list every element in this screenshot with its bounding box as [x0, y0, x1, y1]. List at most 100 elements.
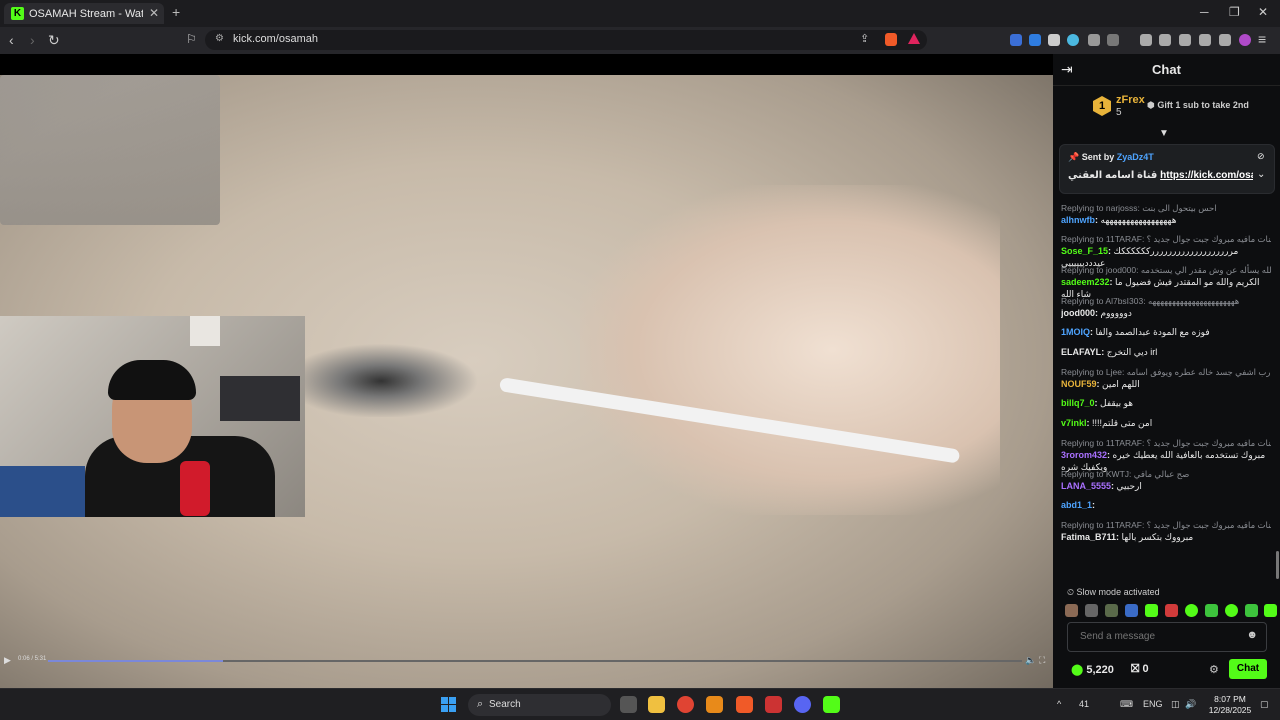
- reply-context[interactable]: Replying to 11TARAF: بنات مافيه مبروك جب…: [1061, 519, 1271, 531]
- menu-icon[interactable]: ≡: [1258, 31, 1266, 47]
- chat-username[interactable]: billq7_0: [1061, 398, 1095, 408]
- pinned-link[interactable]: https://kick.com/osama3tq: [1160, 170, 1253, 181]
- bookmark-icon[interactable]: ⚐: [186, 32, 197, 46]
- chat-input-box[interactable]: ☻: [1067, 622, 1267, 652]
- task-view-icon[interactable]: [620, 696, 637, 713]
- brave-icon[interactable]: [736, 696, 753, 713]
- chat-username[interactable]: abd1_1: [1061, 500, 1092, 510]
- expand-pinned-icon[interactable]: ⌄: [1257, 169, 1265, 180]
- filter-icon[interactable]: ▼: [1159, 128, 1169, 139]
- chrome-icon[interactable]: [677, 696, 694, 713]
- emote-icon[interactable]: [1225, 604, 1238, 617]
- minimize-icon[interactable]: ─: [1200, 5, 1209, 19]
- play-icon[interactable]: ▶: [4, 655, 11, 666]
- chat-settings-icon[interactable]: ⚙: [1209, 663, 1219, 676]
- gift-leaderboard[interactable]: 1 zFrex 5 ⬢ Gift 1 sub to take 2nd: [1093, 94, 1273, 130]
- chat-send-button[interactable]: Chat: [1229, 659, 1267, 679]
- volume-tray-icon[interactable]: 🔊: [1185, 699, 1196, 710]
- site-info-icon[interactable]: ⚙: [215, 33, 224, 44]
- kick-app-icon[interactable]: [823, 696, 840, 713]
- notification-icon[interactable]: ▢: [1260, 699, 1269, 710]
- reply-context[interactable]: Replying to KWTJ: صح عبالي مافي: [1061, 468, 1271, 480]
- leo-icon[interactable]: [1199, 34, 1211, 46]
- chat-username[interactable]: Fatima_B711: [1061, 532, 1116, 542]
- chat-message: billq7_0: هو بيقفل: [1061, 397, 1271, 409]
- vpn-icon[interactable]: [1219, 34, 1231, 46]
- reply-context[interactable]: Replying to Ljee: يارب اشفي جسد خاله عطر…: [1061, 366, 1271, 378]
- reply-context[interactable]: Replying to jood000: الله يسأله عن وش مق…: [1061, 264, 1271, 276]
- chat-username[interactable]: LANA_5555: [1061, 481, 1111, 491]
- screenshot-icon[interactable]: [1107, 34, 1119, 46]
- extension-icon[interactable]: [1010, 34, 1022, 46]
- close-tab-icon[interactable]: ✕: [149, 6, 159, 20]
- reply-context[interactable]: Replying to 11TARAF: بنات مافيه مبروك جب…: [1061, 437, 1271, 449]
- chat-message-input[interactable]: [1080, 631, 1240, 642]
- start-icon[interactable]: [441, 697, 456, 712]
- fullscreen-icon[interactable]: ⛶: [1039, 655, 1045, 666]
- brave-shield-icon[interactable]: [885, 33, 897, 46]
- unpin-icon[interactable]: ⊘: [1257, 151, 1265, 162]
- network-icon[interactable]: ◫: [1171, 699, 1180, 710]
- app-icon[interactable]: [765, 696, 782, 713]
- pinned-username[interactable]: ZyaDz4T: [1117, 152, 1154, 162]
- profile-icon[interactable]: [1239, 34, 1251, 46]
- emote-icon[interactable]: [1245, 604, 1258, 617]
- sub-count[interactable]: ⛝ 0: [1131, 663, 1149, 676]
- puzzle-icon[interactable]: [1088, 34, 1100, 46]
- seek-bar[interactable]: [48, 660, 1022, 662]
- wallet-icon[interactable]: [1179, 34, 1191, 46]
- forward-icon[interactable]: ›: [30, 32, 35, 48]
- reply-context[interactable]: Replying to 11TARAF: بنات مافيه مبروك جب…: [1061, 233, 1271, 245]
- channel-points[interactable]: ⬤ 5,220: [1071, 663, 1114, 676]
- emote-icon[interactable]: [1085, 604, 1098, 617]
- sidebar-icon[interactable]: [1159, 34, 1171, 46]
- taskbar-search[interactable]: ⌕ Search: [468, 694, 611, 716]
- window-close-icon[interactable]: ✕: [1258, 5, 1268, 19]
- extension-icon[interactable]: [1067, 34, 1079, 46]
- emote-icon[interactable]: [1145, 604, 1158, 617]
- discord-icon[interactable]: [794, 696, 811, 713]
- chat-scrollbar[interactable]: [1276, 551, 1279, 579]
- chat-username[interactable]: Sose_F_15: [1061, 246, 1108, 256]
- chat-username[interactable]: v7inkl: [1061, 418, 1087, 428]
- reply-context[interactable]: Replying to narjosss: احس بيتحول الى بنت: [1061, 202, 1271, 214]
- share-icon[interactable]: ⇪: [860, 32, 869, 45]
- chat-username[interactable]: 3rorom432: [1061, 450, 1107, 460]
- leader-name: zFrex: [1116, 94, 1145, 106]
- app-icon[interactable]: [706, 696, 723, 713]
- emote-icon[interactable]: [1065, 604, 1078, 617]
- emote-icon[interactable]: [1264, 604, 1277, 617]
- emote-icon[interactable]: [1185, 604, 1198, 617]
- chat-username[interactable]: 1MOIQ: [1061, 327, 1090, 337]
- language-indicator[interactable]: ENG: [1143, 699, 1163, 709]
- volume-icon[interactable]: 🔈: [1025, 655, 1036, 666]
- chat-username[interactable]: alhnwfb: [1061, 215, 1095, 225]
- address-bar[interactable]: ⚙ kick.com/osamah ⇪: [205, 30, 927, 50]
- maximize-icon[interactable]: ❐: [1229, 5, 1240, 19]
- brave-rewards-icon[interactable]: [908, 33, 920, 44]
- back-icon[interactable]: ‹: [9, 32, 14, 48]
- chat-username[interactable]: ELAFAYL: [1061, 347, 1101, 357]
- new-tab-icon[interactable]: +: [172, 4, 180, 20]
- tray-overflow-icon[interactable]: ^: [1057, 699, 1061, 709]
- gift-prompt[interactable]: ⬢ Gift 1 sub to take 2nd: [1147, 100, 1249, 111]
- reply-context[interactable]: Replying to Al7bsI303: ههههههههههههههههه…: [1061, 295, 1271, 307]
- reload-icon[interactable]: ↻: [48, 32, 60, 49]
- emoji-picker-icon[interactable]: ☻: [1246, 629, 1258, 641]
- extension-icon[interactable]: [1029, 34, 1041, 46]
- keyboard-icon[interactable]: ⌨: [1120, 699, 1133, 710]
- emote-icon[interactable]: [1105, 604, 1118, 617]
- chat-username[interactable]: NOUF59: [1061, 379, 1097, 389]
- music-icon[interactable]: [1140, 34, 1152, 46]
- clock[interactable]: 8:07 PM 12/28/2025: [1207, 694, 1253, 716]
- chat-username[interactable]: sadeem232: [1061, 277, 1110, 287]
- file-explorer-icon[interactable]: [648, 696, 665, 713]
- emote-icon[interactable]: [1125, 604, 1138, 617]
- video-player[interactable]: ▶ 0:06 / 5:31 🔈 ⛶: [0, 54, 1053, 688]
- message-line: abd1_1:: [1061, 499, 1271, 511]
- emote-icon[interactable]: [1165, 604, 1178, 617]
- extension-shield-icon[interactable]: [1048, 34, 1060, 46]
- emote-icon[interactable]: [1205, 604, 1218, 617]
- chat-username[interactable]: jood000: [1061, 308, 1095, 318]
- browser-tab[interactable]: K OSAMAH Stream - Watch Liv ✕: [4, 3, 164, 24]
